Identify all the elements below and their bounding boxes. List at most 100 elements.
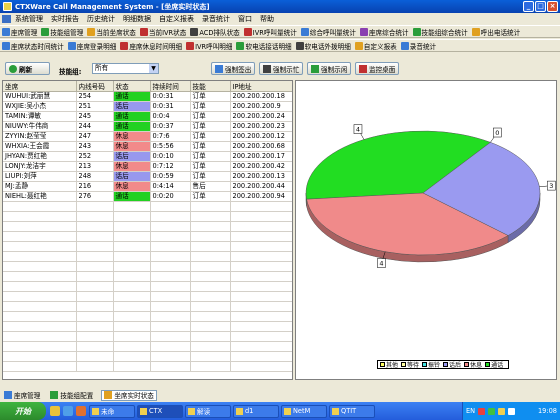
quicklaunch-folder-icon[interactable] (50, 406, 60, 416)
taskbar-item[interactable]: NetM (281, 404, 327, 418)
legend-label: 振铃 (428, 362, 441, 369)
title-bar[interactable]: CTXWare Call Management System - [坐席实时状态… (0, 0, 560, 13)
task-app-icon (236, 407, 243, 415)
taskbar-item-label: 解读 (197, 408, 211, 416)
legend-item: 振铃 (422, 360, 440, 369)
toolbar-button-4[interactable]: ACD排队状态 (190, 27, 240, 37)
menu-window[interactable]: 窗口 (238, 14, 252, 24)
force-busy-button[interactable]: 强制示忙 (259, 62, 304, 75)
menu-system[interactable]: 系统管理 (15, 14, 43, 24)
tray-language[interactable]: EN (466, 407, 475, 415)
toolbar-button-2[interactable]: 当前坐席状态 (87, 27, 136, 37)
toolbar-detail-button-6[interactable]: 自定义报表 (354, 41, 397, 51)
svg-text:4: 4 (379, 260, 383, 268)
column-header[interactable]: IP地址 (230, 81, 292, 92)
monitor-desktop-button[interactable]: 监控桌面 (355, 62, 400, 75)
toolbar-button-0[interactable]: 座席管理 (2, 27, 37, 37)
table-row[interactable]: LONJY:龙洁宇 213 休息 0:7:12 订单 200.200.200.42 (3, 161, 292, 172)
table-row[interactable]: JHYAN:贾红艳 252 话后 0:0:10 订单 200.200.200.17 (3, 151, 292, 162)
taskbar-item[interactable]: QTIT (329, 404, 375, 418)
empty-row (3, 251, 292, 262)
table-row[interactable]: NIEHL:聂红艳 276 通话 0:0:20 订单 200.200.200.94 (3, 191, 292, 202)
bottom-tabs: 座席管理 技能组配置 坐席实时状态 (0, 389, 560, 401)
quicklaunch-media-icon[interactable] (76, 406, 86, 416)
toolbar-detail-button-1[interactable]: 座席登录明细 (67, 41, 116, 51)
clock: 19:08 (537, 407, 557, 415)
taskbar-item[interactable]: d1 (233, 404, 279, 418)
table-row[interactable]: WUHUI:武丽慧 254 通话 0:0:31 订单 200.200.200.18 (3, 91, 292, 102)
refresh-button[interactable]: 刷新 (5, 62, 50, 75)
column-header[interactable]: 坐席 (3, 81, 77, 92)
table-cell: 0:0:10 (150, 151, 191, 162)
tray-volume-icon[interactable] (498, 407, 506, 415)
skill-group-select[interactable]: 所有 ▼ (92, 63, 159, 74)
table-cell: 通话 (113, 91, 151, 102)
svg-text:4: 4 (356, 126, 360, 134)
column-header[interactable]: 技能 (190, 81, 231, 92)
taskbar-item[interactable]: 未命 (89, 404, 135, 418)
agent-status-grid[interactable]: 坐席 内线号码 状态 持续时间 技能 IP地址 WUHUI:武丽慧 254 通话 0:0:31 订… (2, 80, 293, 380)
table-cell: 0:4:14 (150, 181, 191, 192)
menu-detail[interactable]: 明细数据 (123, 14, 151, 24)
toolbar-detail-button-4[interactable]: 软电话接话明细 (236, 41, 292, 51)
toolbar-detail-button-5[interactable]: 软电话外拨明细 (295, 41, 351, 51)
toolbar-button-5[interactable]: IVR呼叫量统计 (243, 27, 297, 37)
empty-row (3, 341, 292, 352)
table-cell: 254 (76, 91, 114, 102)
toolbar-detail-button-label: 软电话接话明细 (245, 42, 292, 51)
tray-app-icon[interactable] (508, 407, 516, 415)
menu-recording[interactable]: 录音统计 (202, 14, 230, 24)
table-row[interactable]: LIUPI:刘萍 248 话后 0:0:59 订单 200.200.200.13 (3, 171, 292, 182)
table-row[interactable]: TAMIN:谭敏 245 通话 0:0:4 订单 200.200.200.24 (3, 111, 292, 122)
tray-antivirus-icon[interactable] (478, 407, 486, 415)
empty-row (3, 271, 292, 282)
table-body: WUHUI:武丽慧 254 通话 0:0:31 订单 200.200.200.18 WXJI… (3, 91, 292, 372)
queue-icon (190, 27, 199, 36)
toolbar-detail-button-7[interactable]: 录音统计 (400, 41, 436, 51)
taskbar-item[interactable]: 解读 (185, 404, 231, 418)
chevron-down-icon[interactable]: ▼ (149, 64, 158, 73)
menu-realtime[interactable]: 实时报告 (51, 14, 79, 24)
maximize-button[interactable]: □ (535, 1, 546, 12)
force-signout-button[interactable]: 强制签出 (211, 62, 256, 75)
column-header[interactable]: 内线号码 (76, 81, 114, 92)
table-row[interactable]: WXJIE:吴小杰 251 话后 0:0:31 订单 200.200.200.9 (3, 101, 292, 112)
column-header[interactable]: 持续时间 (150, 81, 191, 92)
toolbar-button-7[interactable]: 座席综合统计 (359, 27, 409, 37)
taskbar-item[interactable]: CTX (137, 404, 183, 418)
toolbar-details: 座席状态时间统计 座席登录明细 座席休息时间明细 IVR呼叫明细 软电话接话明细 软电话外… (0, 39, 560, 52)
force-idle-button[interactable]: 强制示闲 (307, 62, 352, 75)
minimize-button[interactable]: _ (523, 1, 534, 12)
toolbar-detail-button-0[interactable]: 座席状态时间统计 (2, 41, 64, 51)
quicklaunch-ie-icon[interactable] (63, 406, 73, 416)
agent-icon (4, 391, 12, 399)
chart-legend: 其他 等待 振铃 话后 休息 通话 (377, 360, 510, 369)
bottom-tab-2[interactable]: 坐席实时状态 (101, 389, 157, 401)
empty-row (3, 331, 292, 342)
toolbar-button-8[interactable]: 技能组综合统计 (412, 27, 468, 37)
start-button[interactable]: 开始 (0, 402, 46, 420)
toolbar-detail-button-3[interactable]: IVR呼叫明细 (186, 41, 232, 51)
toolbar-detail-button-2[interactable]: 座席休息时间明细 (120, 41, 182, 51)
column-header[interactable]: 状态 (113, 81, 151, 92)
legend-label: 休息 (470, 362, 483, 369)
table-row[interactable]: MJ:孟静 216 休息 0:4:14 售后 200.200.200.44 (3, 181, 292, 192)
table-cell: 247 (76, 131, 114, 142)
toolbar-button-9[interactable]: 呼出电话统计 (471, 27, 520, 37)
table-row[interactable]: ZYYIN:赵莹莹 247 休息 0:7:6 订单 200.200.200.12 (3, 131, 292, 142)
toolbar-button-6[interactable]: 综合呼叫量统计 (300, 27, 356, 37)
window-title: CTXWare Call Management System - [坐席实时状态… (15, 2, 210, 11)
custom-report-icon (354, 41, 363, 50)
bottom-tab-0[interactable]: 座席管理 (2, 390, 42, 401)
bottom-tab-1[interactable]: 技能组配置 (48, 390, 95, 401)
close-button[interactable]: × (547, 1, 558, 12)
toolbar-button-1[interactable]: 技能组管理 (41, 27, 83, 37)
table-row[interactable]: WHXIA:王会霞 243 休息 0:5:56 订单 200.200.200.68 (3, 141, 292, 152)
toolbar-button-3[interactable]: 当前IVR状态 (139, 27, 186, 37)
menu-help[interactable]: 帮助 (260, 14, 274, 24)
toolbar-reports: 座席管理 技能组管理 当前坐席状态 当前IVR状态 ACD排队状态 IVR呼叫量统计 综合呼… (0, 25, 560, 38)
menu-custom-report[interactable]: 自定义报表 (159, 14, 194, 24)
tray-network-icon[interactable] (488, 407, 496, 415)
menu-history[interactable]: 历史统计 (87, 14, 115, 24)
table-row[interactable]: NIUWY:牛伟商 244 通话 0:0:37 订单 200.200.200.23 (3, 121, 292, 132)
